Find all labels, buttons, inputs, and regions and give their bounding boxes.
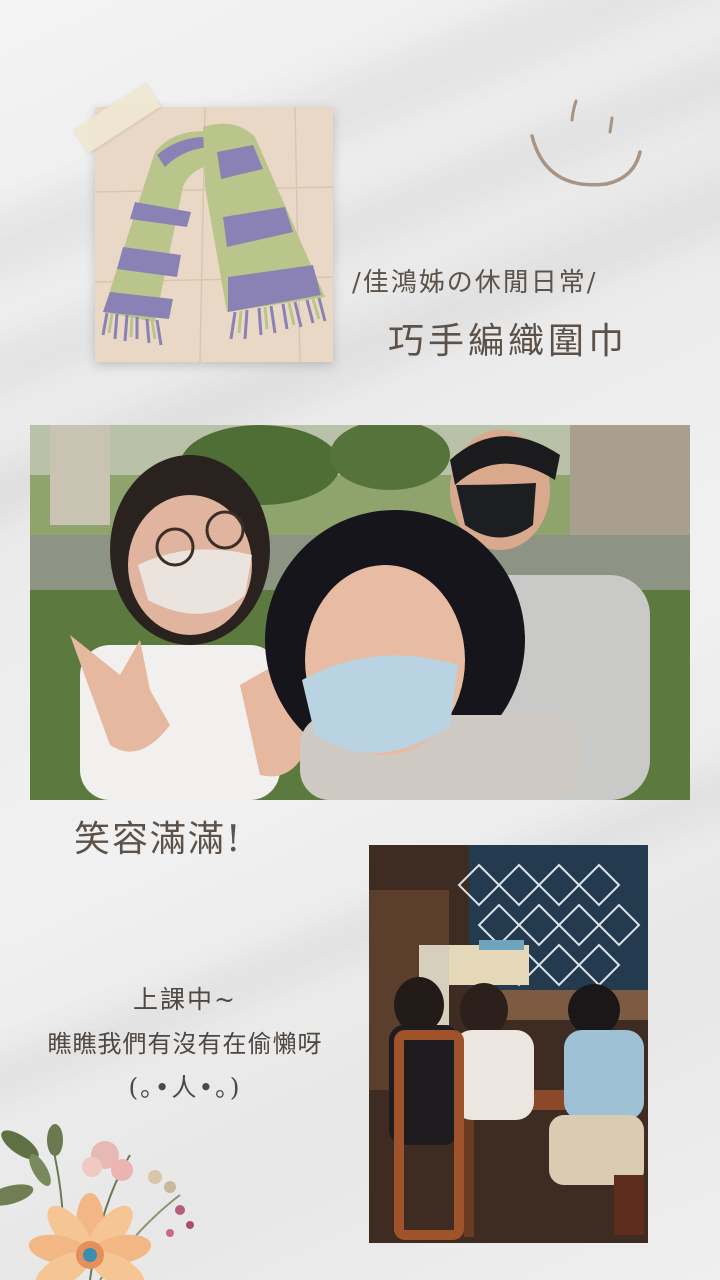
scarf-image (95, 107, 333, 362)
scarf-subtitle: /佳鴻姊の休閒日常/ (352, 268, 598, 298)
class-photo (369, 845, 648, 1243)
class-caption-line2: 瞧瞧我們有沒有在偷懶呀 (47, 1030, 323, 1058)
class-caption-line1: 上課中~ (133, 985, 237, 1014)
class-caption-line3: (｡•人•｡) (128, 1073, 242, 1102)
group-selfie-photo (30, 425, 690, 800)
group-selfie-image (30, 425, 690, 800)
flower-bouquet-icon (0, 1124, 194, 1280)
scarf-photo (95, 107, 333, 362)
class-image (369, 845, 648, 1243)
class-caption: 上課中~ 瞧瞧我們有沒有在偷懶呀 (｡•人•｡) (0, 978, 370, 1110)
group-caption: 笑容滿滿! (74, 819, 243, 860)
smiley-face-icon (530, 99, 642, 187)
scarf-title: 巧手編織圍巾 (388, 321, 629, 362)
